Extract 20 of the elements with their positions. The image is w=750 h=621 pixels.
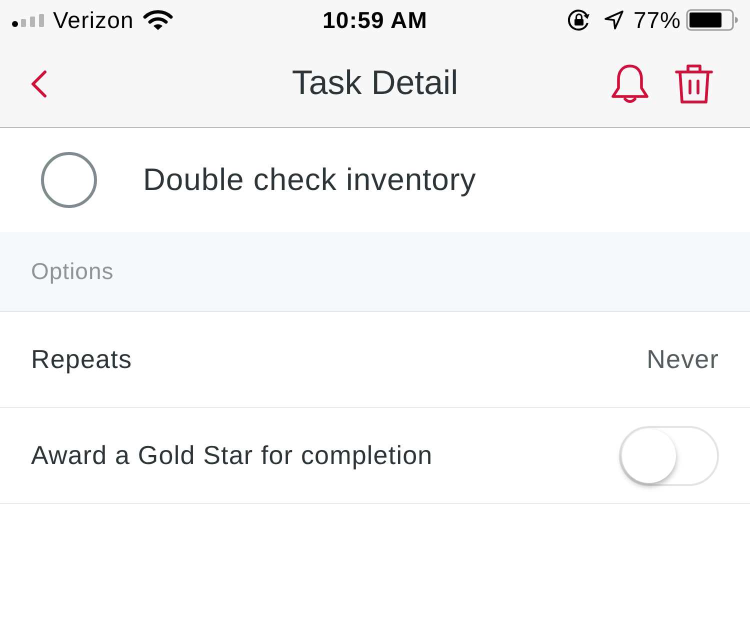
section-title: Options — [31, 258, 114, 285]
rotation-lock-icon — [567, 8, 592, 32]
notification-button[interactable] — [611, 64, 649, 104]
delete-button[interactable] — [675, 64, 713, 104]
toggle-switch[interactable] — [619, 426, 719, 486]
trash-icon — [675, 64, 713, 104]
setting-label: Award a Gold Star for completion — [31, 440, 433, 471]
bell-icon — [611, 64, 649, 104]
back-chevron-icon — [30, 70, 48, 98]
carrier-name: Verizon — [53, 6, 134, 34]
battery-percent: 77% — [633, 6, 681, 34]
signal-icon — [12, 14, 45, 26]
location-arrow-icon — [604, 10, 624, 30]
battery-icon — [686, 9, 738, 31]
task-title: Double check inventory — [143, 162, 476, 198]
setting-value[interactable]: Never — [646, 344, 719, 375]
clock-time: 10:59 AM — [322, 6, 428, 34]
setting-label: Repeats — [31, 344, 132, 375]
wifi-icon — [142, 9, 173, 31]
screen-title: Task Detail — [292, 64, 458, 103]
